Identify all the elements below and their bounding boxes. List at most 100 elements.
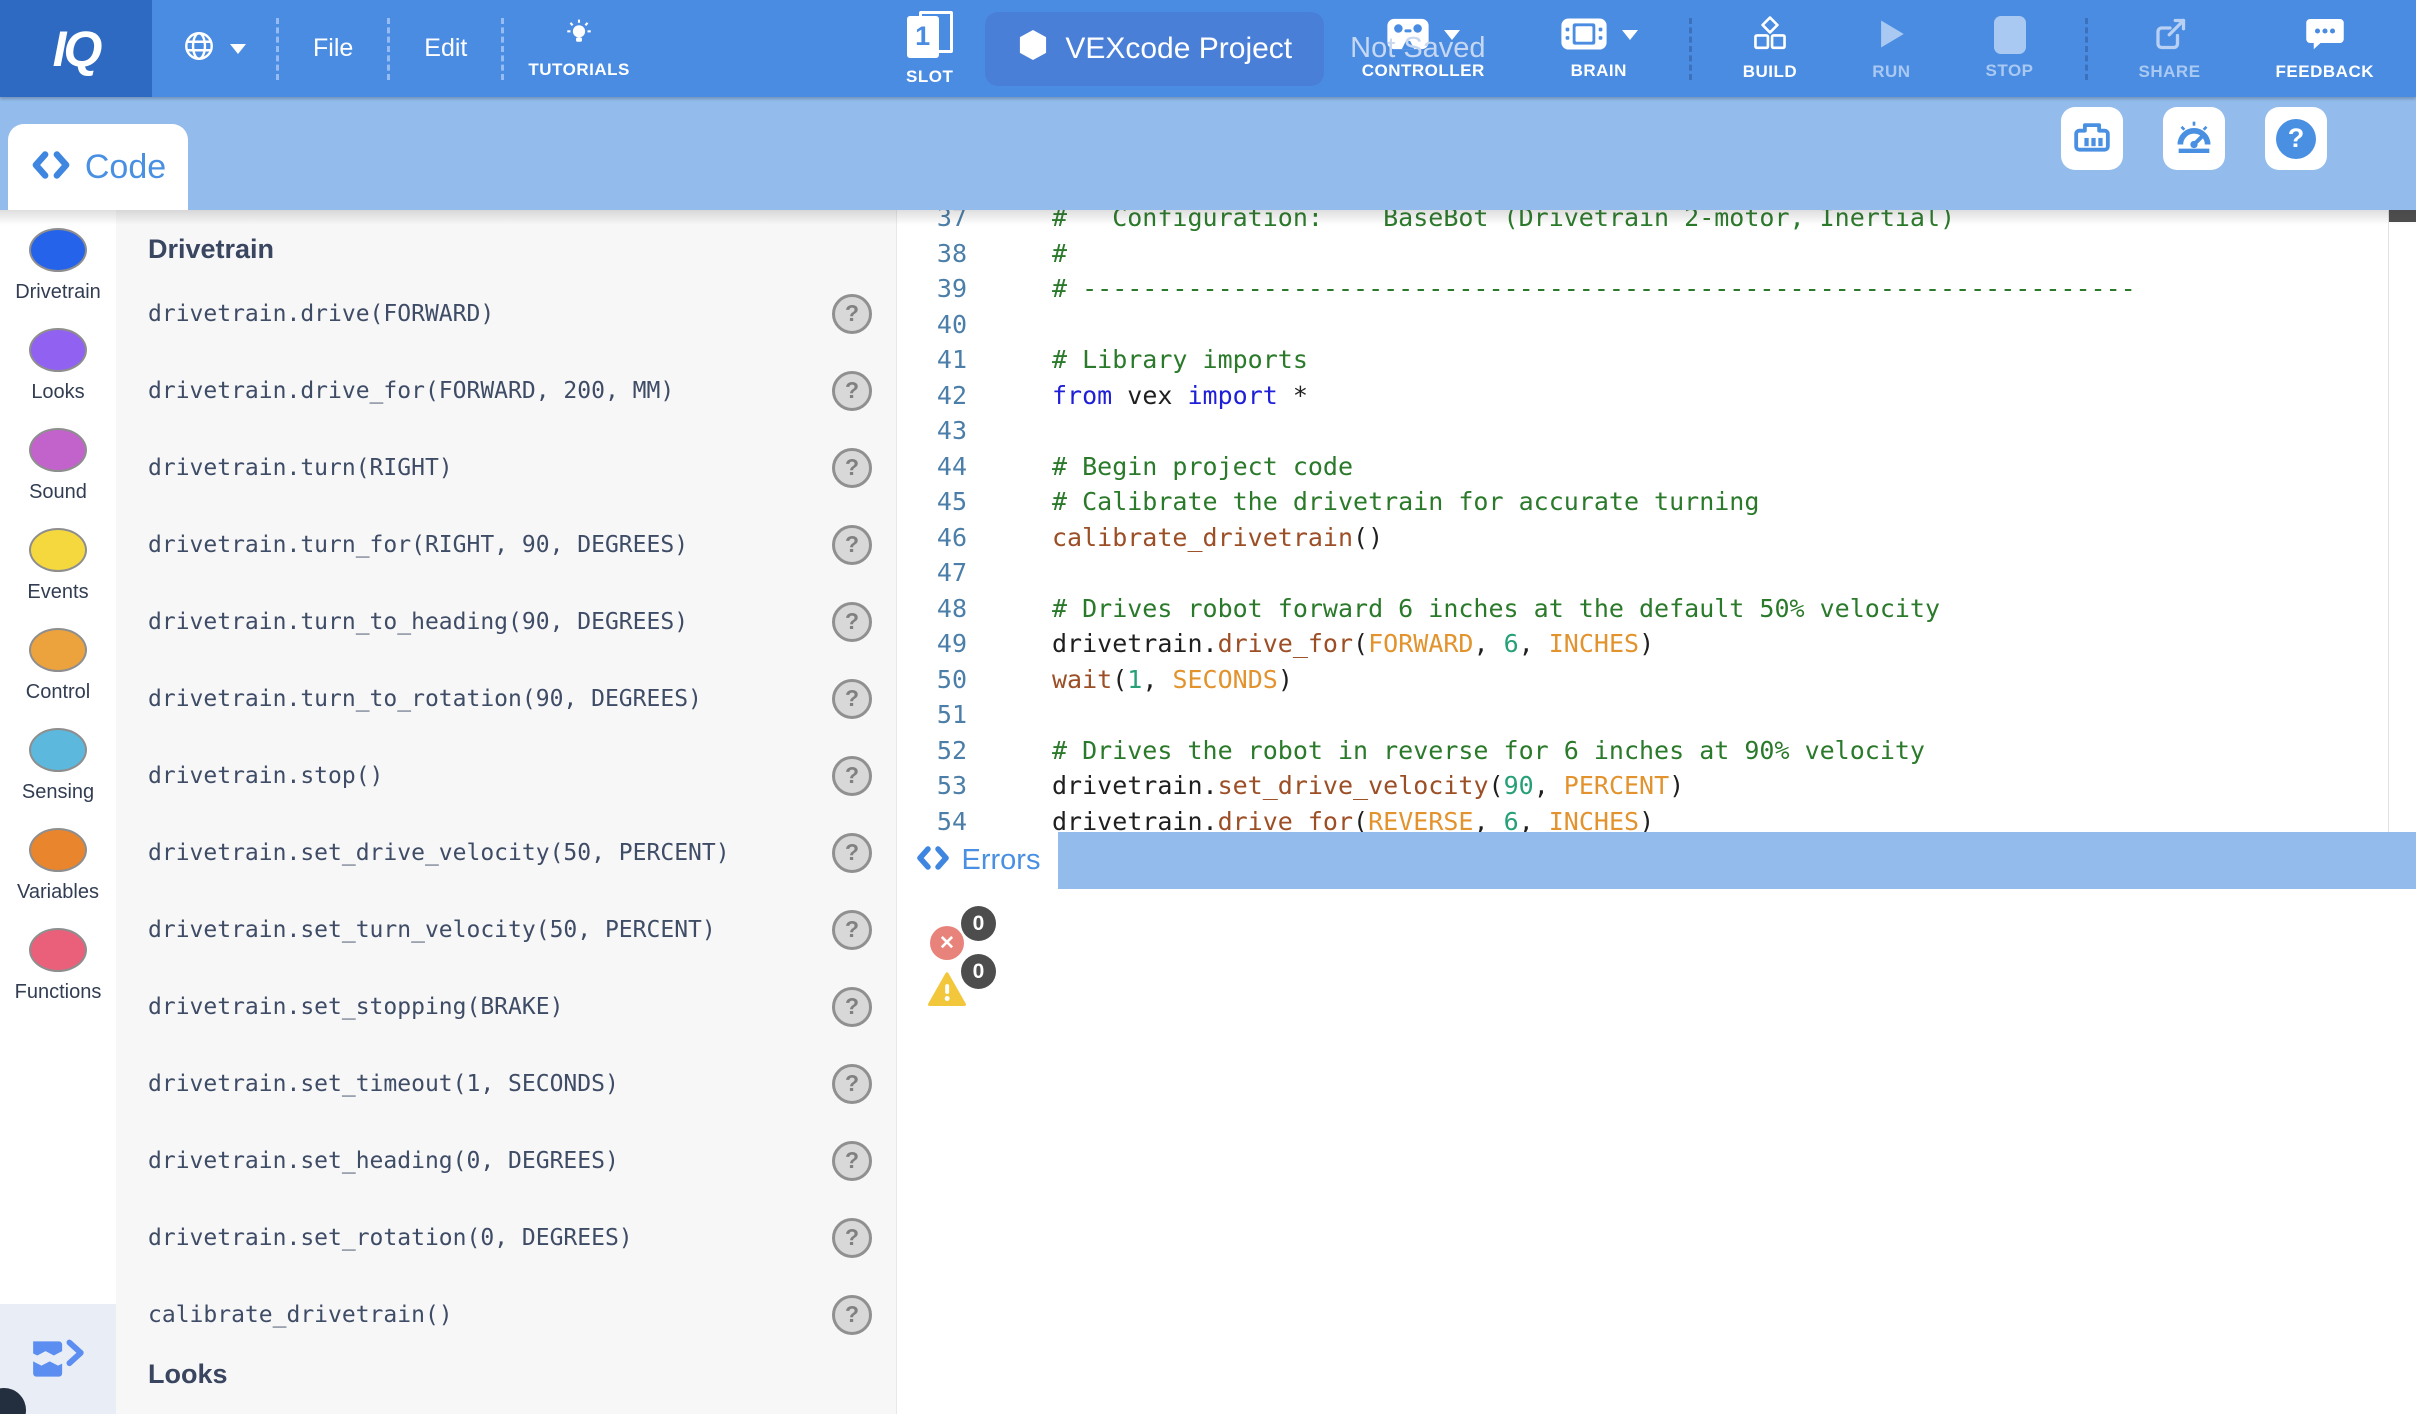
line-number: 38 bbox=[897, 239, 967, 268]
command-row[interactable]: drivetrain.drive_for(FORWARD, 200, MM)? bbox=[116, 352, 896, 429]
code-header-bar: Code bbox=[0, 97, 2416, 210]
tab-errors[interactable]: Errors bbox=[897, 832, 1058, 889]
line-number: 42 bbox=[897, 381, 967, 410]
line-number: 50 bbox=[897, 665, 967, 694]
command-row[interactable]: drivetrain.drive(FORWARD)? bbox=[116, 275, 896, 352]
code-line: 50wait(1, SECONDS) bbox=[897, 662, 2416, 698]
command-row[interactable]: drivetrain.set_turn_velocity(50, PERCENT… bbox=[116, 891, 896, 968]
code-line: 41# Library imports bbox=[897, 342, 2416, 378]
code-line: 37# Configuration: BaseBot (Drivetrain 2… bbox=[897, 210, 2416, 236]
toolbar-left-group: File Edit TUTORIALS bbox=[152, 0, 654, 97]
category-list: Drivetrain LooksSound Events Control Sensing… bbox=[0, 210, 116, 1028]
command-help-button[interactable]: ? bbox=[832, 1218, 872, 1258]
command-text: drivetrain.turn_for(RIGHT, 90, DEGREES) bbox=[148, 532, 688, 558]
main-content: DrivetrainLooksSoundEventsControlSensing… bbox=[0, 210, 2416, 1414]
command-help-button[interactable]: ? bbox=[832, 525, 872, 565]
category-label: Control bbox=[26, 681, 90, 704]
command-row[interactable]: drivetrain.set_timeout(1, SECONDS)? bbox=[116, 1045, 896, 1122]
command-row[interactable]: drivetrain.turn(RIGHT)? bbox=[116, 429, 896, 506]
header-actions: ? bbox=[2061, 107, 2327, 170]
category-label: Drivetrain bbox=[15, 281, 101, 304]
command-row[interactable]: calibrate_drivetrain()? bbox=[116, 1276, 896, 1353]
code-line: 38# bbox=[897, 236, 2416, 272]
code-text: # Drives the robot in reverse for 6 inch… bbox=[967, 736, 1925, 765]
help-button[interactable]: ? bbox=[2265, 107, 2327, 170]
error-count-badge: 0 bbox=[961, 906, 996, 941]
command-text: drivetrain.set_rotation(0, DEGREES) bbox=[148, 1225, 633, 1251]
code-editor[interactable]: 37# Configuration: BaseBot (Drivetrain 2… bbox=[897, 210, 2416, 832]
command-row[interactable]: drivetrain.set_rotation(0, DEGREES)? bbox=[116, 1199, 896, 1276]
command-help-button[interactable]: ? bbox=[832, 833, 872, 873]
brain-button[interactable]: BRAIN bbox=[1536, 17, 1662, 81]
command-help-button[interactable]: ? bbox=[832, 294, 872, 334]
command-help-button[interactable]: ? bbox=[832, 987, 872, 1027]
command-row[interactable]: drivetrain.set_stopping(BRAKE)? bbox=[116, 968, 896, 1045]
command-row[interactable]: drivetrain.set_heading(0, DEGREES)? bbox=[116, 1122, 896, 1199]
sidebar-category-sensing[interactable]: Sensing bbox=[0, 728, 116, 828]
command-text: drivetrain.set_stopping(BRAKE) bbox=[148, 994, 563, 1020]
command-help-button[interactable]: ? bbox=[832, 679, 872, 719]
sidebar-category-sound[interactable]: Sound bbox=[0, 428, 116, 528]
build-button[interactable]: BUILD bbox=[1719, 16, 1821, 82]
command-help-button[interactable]: ? bbox=[832, 1141, 872, 1181]
command-row[interactable]: drivetrain.stop()? bbox=[116, 737, 896, 814]
dashboard-button[interactable] bbox=[2163, 107, 2225, 170]
code-text: drivetrain.drive_for(FORWARD, 6, INCHES) bbox=[967, 629, 1654, 658]
code-line: 45# Calibrate the drivetrain for accurat… bbox=[897, 484, 2416, 520]
command-help-button[interactable]: ? bbox=[832, 1064, 872, 1104]
save-status: Not Saved bbox=[1350, 32, 1485, 65]
feedback-bubble-icon bbox=[2304, 16, 2346, 55]
command-help-button[interactable]: ? bbox=[832, 910, 872, 950]
sidebar-category-events[interactable]: Events bbox=[0, 528, 116, 628]
run-button[interactable]: RUN bbox=[1848, 16, 1934, 82]
command-row[interactable]: drivetrain.turn_for(RIGHT, 90, DEGREES)? bbox=[116, 506, 896, 583]
feedback-label: FEEDBACK bbox=[2276, 62, 2374, 82]
category-label: Events bbox=[27, 581, 88, 604]
feedback-button[interactable]: FEEDBACK bbox=[2252, 16, 2398, 82]
editor-scrollbar-thumb[interactable] bbox=[2389, 210, 2416, 222]
sidebar-category-looks[interactable]: Looks bbox=[0, 328, 116, 428]
device-info-button[interactable] bbox=[2061, 107, 2123, 170]
line-number: 46 bbox=[897, 523, 967, 552]
sidebar-category-functions[interactable]: Functions bbox=[0, 928, 116, 1028]
command-help-button[interactable]: ? bbox=[832, 448, 872, 488]
slot-button[interactable]: 1 SLOT bbox=[900, 10, 959, 88]
language-menu[interactable] bbox=[152, 0, 276, 97]
code-line: 40 bbox=[897, 307, 2416, 343]
command-row[interactable]: drivetrain.turn_to_heading(90, DEGREES)? bbox=[116, 583, 896, 660]
command-help-button[interactable]: ? bbox=[832, 371, 872, 411]
tab-code[interactable]: Code bbox=[8, 124, 188, 210]
build-cubes-icon bbox=[1751, 16, 1789, 55]
file-menu[interactable]: File bbox=[279, 0, 387, 97]
command-row[interactable]: drivetrain.set_drive_velocity(50, PERCEN… bbox=[116, 814, 896, 891]
command-help-button[interactable]: ? bbox=[832, 756, 872, 796]
device-info-icon bbox=[2073, 118, 2111, 159]
edit-menu[interactable]: Edit bbox=[390, 0, 501, 97]
editor-scrollbar-track[interactable] bbox=[2388, 210, 2416, 832]
sidebar-category-control[interactable]: Control bbox=[0, 628, 116, 728]
brain-icon bbox=[1560, 17, 1608, 54]
error-filter-icon[interactable]: ✕ bbox=[930, 926, 964, 960]
sidebar-category-drivetrain[interactable]: Drivetrain bbox=[0, 228, 116, 328]
line-number: 44 bbox=[897, 452, 967, 481]
command-help-button[interactable]: ? bbox=[832, 602, 872, 642]
tutorials-button[interactable]: TUTORIALS bbox=[504, 0, 653, 97]
line-number: 45 bbox=[897, 487, 967, 516]
command-row[interactable]: drivetrain.turn_to_rotation(90, DEGREES)… bbox=[116, 660, 896, 737]
code-text: wait(1, SECONDS) bbox=[967, 665, 1293, 694]
code-line: 53drivetrain.set_drive_velocity(90, PERC… bbox=[897, 768, 2416, 804]
line-number: 43 bbox=[897, 416, 967, 445]
share-button[interactable]: SHARE bbox=[2115, 16, 2225, 82]
section-title-looks: Looks bbox=[116, 1353, 896, 1400]
code-text: from vex import * bbox=[967, 381, 1308, 410]
category-color-icon bbox=[29, 528, 87, 572]
project-name-button[interactable]: VEXcode Project bbox=[985, 12, 1324, 86]
stop-button[interactable]: STOP bbox=[1962, 16, 2058, 81]
code-tab-label: Code bbox=[85, 148, 166, 187]
command-text: drivetrain.turn_to_heading(90, DEGREES) bbox=[148, 609, 688, 635]
command-help-button[interactable]: ? bbox=[832, 1295, 872, 1335]
caret-down-icon bbox=[1622, 30, 1638, 40]
code-text: # Drives robot forward 6 inches at the d… bbox=[967, 594, 1940, 623]
sidebar-category-variables[interactable]: Variables bbox=[0, 828, 116, 928]
line-number: 37 bbox=[897, 210, 967, 232]
